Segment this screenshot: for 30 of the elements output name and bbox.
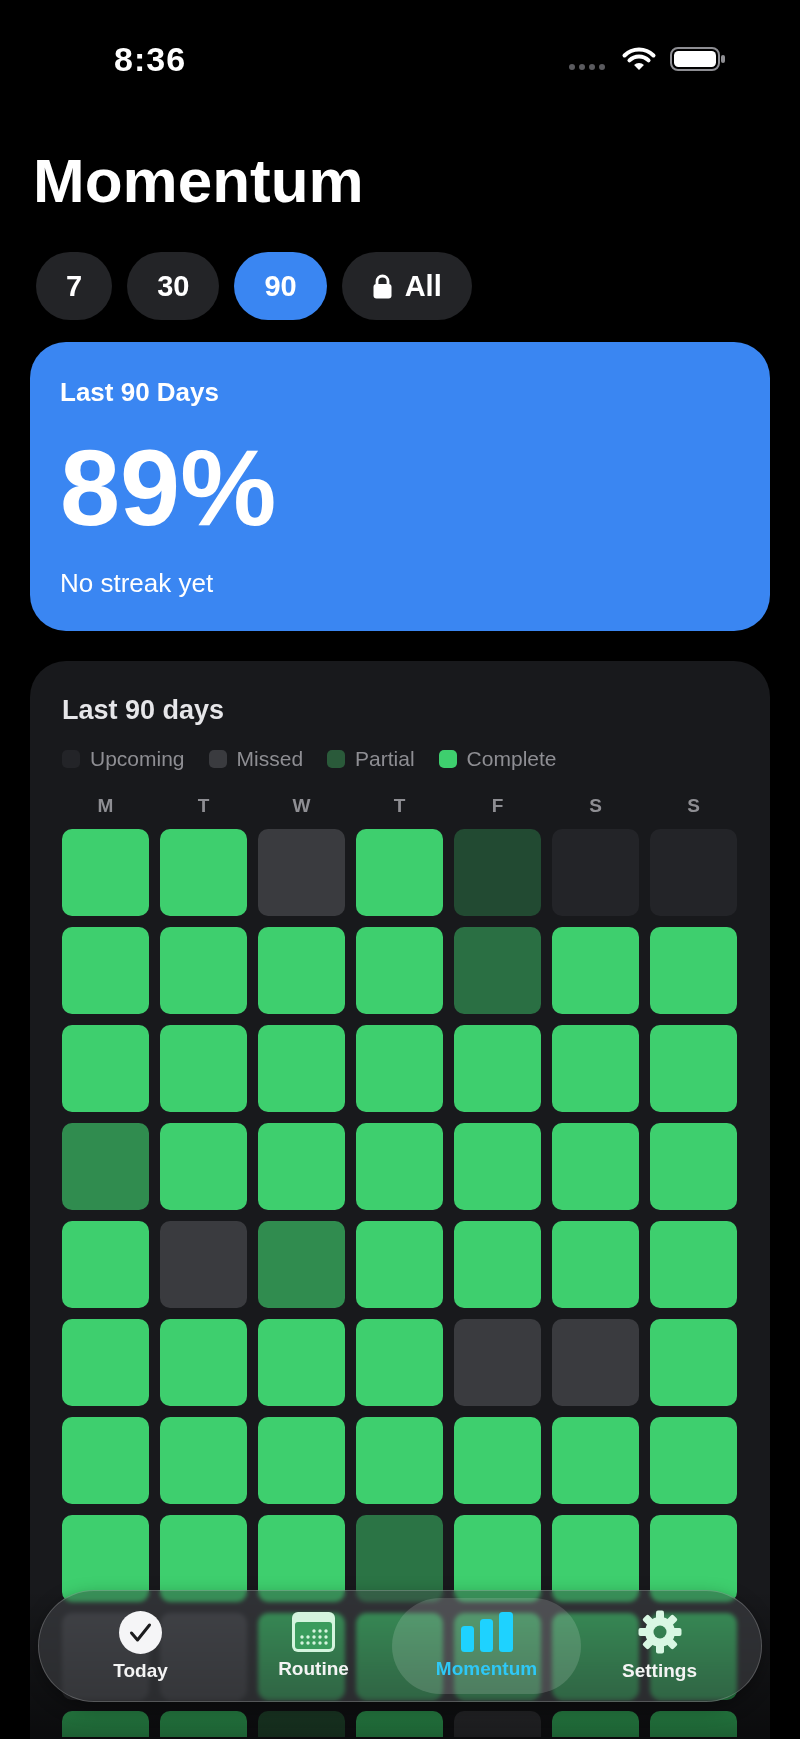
wifi-icon: [621, 46, 657, 72]
weekday-label: T: [392, 794, 407, 818]
legend-label: Partial: [355, 746, 415, 772]
completion-percentage: 89%: [60, 434, 278, 542]
weekday-label: S: [686, 794, 701, 818]
page-title: Momentum: [33, 147, 364, 215]
range-tab[interactable]: 7: [36, 252, 113, 320]
tab-button[interactable]: Today: [54, 1598, 227, 1694]
signal-icon: [568, 63, 608, 71]
legend-label: Missed: [236, 746, 304, 772]
streak-note: No streak yet: [60, 568, 215, 598]
calendar-icon: [292, 1612, 335, 1652]
calendar-title: Last 90 days: [62, 694, 226, 726]
weekday-label: M: [96, 794, 115, 818]
legend-label: Complete: [466, 746, 557, 772]
status-time: 8:36: [114, 39, 187, 79]
battery-icon: [670, 47, 726, 71]
range-tab[interactable]: 30: [127, 252, 220, 320]
weekday-label: S: [588, 794, 603, 818]
range-tab[interactable]: 90: [234, 252, 327, 320]
checkmark-icon: [119, 1610, 162, 1654]
settings-icon: [637, 1610, 682, 1654]
weekday-label: T: [196, 794, 211, 818]
weekday-label: F: [490, 794, 505, 818]
range-tab[interactable]: All: [341, 252, 472, 320]
bar-chart-icon: [460, 1612, 513, 1652]
legend-label: Upcoming: [90, 746, 185, 772]
summary-title: Last 90 Days: [60, 376, 220, 408]
weekday-label: W: [291, 794, 312, 818]
lock-icon: [371, 273, 393, 299]
